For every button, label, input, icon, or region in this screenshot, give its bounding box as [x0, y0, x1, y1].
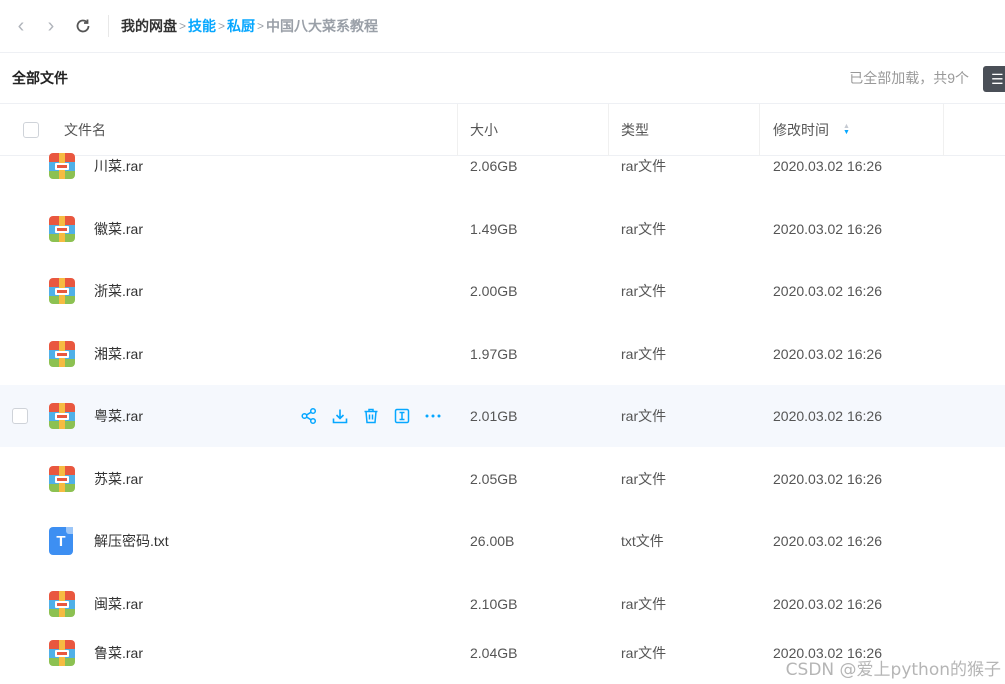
row-checkbox[interactable]	[12, 408, 28, 424]
table-row[interactable]: 浙菜.rar 2.00GB rar文件 2020.03.02 16:26	[0, 260, 1005, 322]
chevron-left-icon[interactable]: ‹	[6, 0, 36, 53]
breadcrumb-separator: >	[179, 19, 187, 33]
file-size: 2.01GB	[470, 408, 518, 424]
breadcrumb-current: 中国八大菜系教程	[266, 18, 379, 34]
file-modified: 2020.03.02 16:26	[773, 158, 882, 174]
row-checkbox-wrap	[12, 385, 28, 447]
list-view-icon[interactable]: ☰	[983, 66, 1005, 92]
download-icon[interactable]	[331, 406, 362, 426]
rar-icon	[49, 323, 75, 385]
breadcrumb: 我的网盘 > 技能 > 私厨 > 中国八大菜系教程	[121, 16, 378, 36]
file-type: txt文件	[621, 533, 664, 549]
rename-icon[interactable]	[393, 406, 424, 426]
file-modified: 2020.03.02 16:26	[773, 346, 882, 362]
breadcrumb-separator: >	[218, 19, 226, 33]
file-name[interactable]: 鲁菜.rar	[94, 622, 143, 684]
rar-icon	[49, 622, 75, 684]
table-row[interactable]: T 解压密码.txt 26.00B txt文件 2020.03.02 16:26	[0, 510, 1005, 572]
txt-icon: T	[49, 510, 73, 572]
file-name[interactable]: 川菜.rar	[94, 135, 143, 197]
chevron-right-icon[interactable]: ›	[36, 0, 66, 53]
file-size: 26.00B	[470, 533, 515, 549]
breadcrumb-item-kitchen[interactable]: 私厨	[227, 16, 255, 36]
rar-icon	[49, 198, 75, 260]
file-size: 2.04GB	[470, 645, 518, 661]
file-name[interactable]: 徽菜.rar	[94, 198, 143, 260]
file-size: 2.00GB	[470, 283, 518, 299]
delete-icon[interactable]	[362, 406, 393, 426]
top-bar: ‹ › 我的网盘 > 技能 > 私厨 > 中国八大菜系教程	[0, 0, 1005, 53]
load-status: 已全部加载，共9个	[849, 70, 969, 86]
file-name[interactable]: 解压密码.txt	[94, 510, 169, 572]
rar-icon	[49, 135, 75, 197]
breadcrumb-item-skills[interactable]: 技能	[188, 16, 216, 36]
file-type: rar文件	[621, 471, 667, 487]
breadcrumb-root[interactable]: 我的网盘	[121, 16, 177, 36]
row-actions	[300, 385, 455, 447]
file-type: rar文件	[621, 221, 667, 237]
file-modified: 2020.03.02 16:26	[773, 221, 882, 237]
file-modified: 2020.03.02 16:26	[773, 471, 882, 487]
file-type: rar文件	[621, 408, 667, 424]
toolbar-divider	[108, 15, 109, 37]
file-name[interactable]: 苏菜.rar	[94, 448, 143, 510]
share-icon[interactable]	[300, 406, 331, 426]
file-modified: 2020.03.02 16:26	[773, 533, 882, 549]
file-list-header-bar: 全部文件 已全部加载，共9个 ☰	[0, 53, 1005, 104]
breadcrumb-separator: >	[257, 19, 265, 33]
rar-icon	[49, 385, 75, 447]
table-row[interactable]: 徽菜.rar 1.49GB rar文件 2020.03.02 16:26	[0, 198, 1005, 260]
file-size: 2.06GB	[470, 158, 518, 174]
file-modified: 2020.03.02 16:26	[773, 283, 882, 299]
file-type: rar文件	[621, 283, 667, 299]
refresh-icon[interactable]	[68, 0, 98, 53]
txt-icon-letter: T	[49, 527, 73, 555]
file-name[interactable]: 浙菜.rar	[94, 260, 143, 322]
more-icon[interactable]	[424, 406, 455, 426]
table-row[interactable]: 湘菜.rar 1.97GB rar文件 2020.03.02 16:26	[0, 323, 1005, 385]
file-type: rar文件	[621, 346, 667, 362]
file-type: rar文件	[621, 645, 667, 661]
file-type: rar文件	[621, 158, 667, 174]
table-row[interactable]: 苏菜.rar 2.05GB rar文件 2020.03.02 16:26	[0, 448, 1005, 510]
table-row[interactable]: 川菜.rar 2.06GB rar文件 2020.03.02 16:26	[0, 135, 1005, 197]
table-row-hovered[interactable]: 粤菜.rar 2.01GB rar文件 2020.03.02 16:26	[0, 385, 1005, 447]
file-modified: 2020.03.02 16:26	[773, 408, 882, 424]
section-title: 全部文件	[12, 70, 68, 86]
watermark: CSDN @爱上python的猴子	[785, 660, 1001, 680]
file-name[interactable]: 粤菜.rar	[94, 385, 143, 447]
rar-icon	[49, 448, 75, 510]
file-size: 1.97GB	[470, 346, 518, 362]
file-name[interactable]: 湘菜.rar	[94, 323, 143, 385]
file-size: 2.05GB	[470, 471, 518, 487]
rar-icon	[49, 260, 75, 322]
file-size: 1.49GB	[470, 221, 518, 237]
